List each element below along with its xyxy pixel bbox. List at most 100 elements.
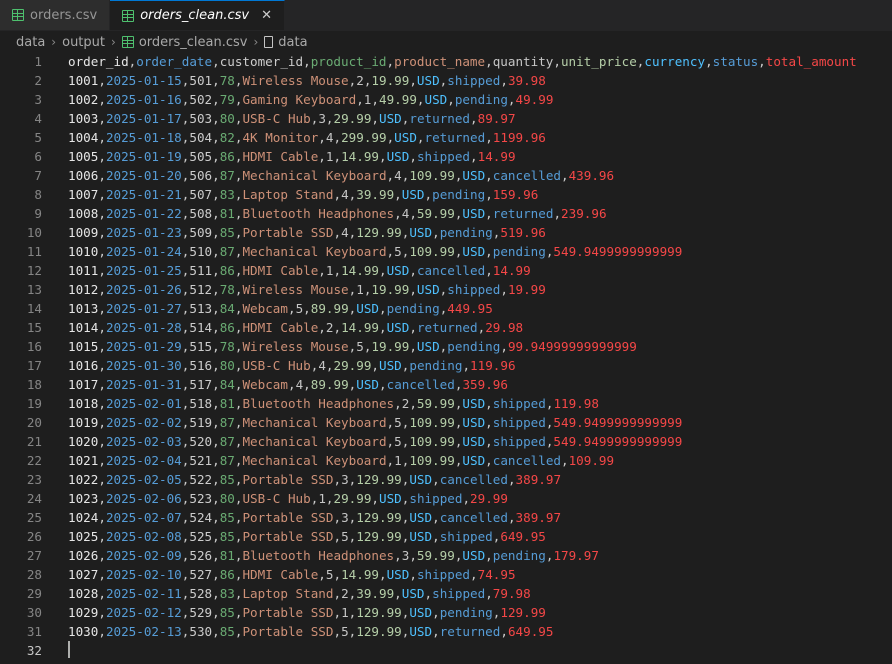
- csv-comma: ,: [500, 339, 508, 354]
- csv-field-unit-price: 14.99: [341, 567, 379, 582]
- code-line[interactable]: 29 1028,2025-02-11,528,83,Laptop Stand,2,…: [0, 584, 892, 603]
- csv-comma: ,: [553, 206, 562, 221]
- csv-comma: ,: [98, 282, 106, 297]
- csv-field-total-amount: 119.96: [470, 358, 516, 373]
- csv-field-order-id: 1014: [68, 320, 99, 335]
- csv-comma: ,: [98, 73, 106, 88]
- csv-field-status: cancelled: [386, 377, 455, 392]
- code-line[interactable]: 13 1012,2025-01-26,512,78,Wireless Mouse,…: [0, 280, 892, 299]
- code-line[interactable]: 30 1029,2025-02-12,529,85,Portable SSD,1,…: [0, 603, 892, 622]
- code-line[interactable]: 26 1025,2025-02-08,525,85,Portable SSD,5,…: [0, 527, 892, 546]
- csv-field-currency: USD: [409, 624, 433, 639]
- csv-field-total-amount: 119.98: [553, 396, 599, 411]
- csv-comma: ,: [212, 168, 220, 183]
- breadcrumb-item-output[interactable]: output: [62, 35, 105, 50]
- code-line[interactable]: 31 1030,2025-02-13,530,85,Portable SSD,5,…: [0, 622, 892, 641]
- csv-field-order-date: 2025-02-04: [105, 453, 182, 468]
- file-icon: [264, 36, 274, 48]
- csv-field-unit-price: 19.99: [371, 339, 410, 354]
- csv-field-currency: USD: [462, 396, 486, 411]
- csv-field-quantity: 5: [394, 415, 402, 430]
- line-number: 3: [34, 92, 42, 107]
- code-line[interactable]: 19 1018,2025-02-01,518,81,Bluetooth Headp…: [0, 394, 892, 413]
- code-line[interactable]: 16 1015,2025-01-29,515,78,Wireless Mouse,…: [0, 337, 892, 356]
- csv-comma: ,: [98, 244, 106, 259]
- csv-field-product-name: HDMI Cable: [242, 149, 319, 164]
- csv-field-order-date: 2025-01-31: [105, 377, 182, 392]
- code-line[interactable]: 5 1004,2025-01-18,504,82,4K Monitor,4,299…: [0, 128, 892, 147]
- csv-comma: ,: [333, 510, 342, 525]
- code-line[interactable]: 10 1009,2025-01-23,509,85,Portable SSD,4,…: [0, 223, 892, 242]
- csv-field-order-date: 2025-01-17: [105, 111, 182, 126]
- csv-field-total-amount: 549.9499999999999: [553, 434, 683, 449]
- tab-orders-clean-csv[interactable]: orders_clean.csv ✕: [110, 0, 285, 30]
- code-line[interactable]: 23 1022,2025-02-05,522,85,Portable SSD,3,…: [0, 470, 892, 489]
- csv-field-total-amount: 29.99: [470, 491, 508, 506]
- close-icon[interactable]: ✕: [261, 9, 272, 22]
- code-line[interactable]: 21 1020,2025-02-03,520,87,Mechanical Keyb…: [0, 432, 892, 451]
- csv-field-total-amount: 99.94999999999999: [507, 339, 637, 354]
- code-line[interactable]: 2 1001,2025-01-15,501,78,Wireless Mouse,2…: [0, 71, 892, 90]
- csv-field-total-amount: 359.96: [462, 377, 508, 392]
- csv-comma: ,: [379, 320, 387, 335]
- csv-field-currency: USD: [356, 377, 380, 392]
- csv-field-status: returned: [492, 206, 554, 221]
- code-line-empty[interactable]: 32: [0, 641, 892, 660]
- csv-comma: ,: [356, 92, 364, 107]
- csv-field-quantity: 1: [341, 605, 349, 620]
- breadcrumb-item-file[interactable]: orders_clean.csv: [121, 34, 248, 50]
- csv-comma: ,: [416, 92, 425, 107]
- code-line[interactable]: 12 1011,2025-01-25,511,86,HDMI Cable,1,14…: [0, 261, 892, 280]
- csv-field-status: shipped: [432, 586, 486, 601]
- csv-field-product-name: Portable SSD: [242, 472, 334, 487]
- csv-comma: ,: [212, 301, 220, 316]
- csv-field-quantity: 4: [394, 168, 402, 183]
- code-line[interactable]: 25 1024,2025-02-07,524,85,Portable SSD,3,…: [0, 508, 892, 527]
- csv-field-order-date: 2025-01-21: [105, 187, 182, 202]
- code-line[interactable]: 18 1017,2025-01-31,517,84,Webcam,4,89.99,…: [0, 375, 892, 394]
- code-line[interactable]: 9 1008,2025-01-22,508,81,Bluetooth Headph…: [0, 204, 892, 223]
- line-number: 10: [26, 225, 42, 240]
- code-line[interactable]: 28 1027,2025-02-10,527,86,HDMI Cable,5,14…: [0, 565, 892, 584]
- csv-comma: ,: [371, 111, 380, 126]
- csv-comma: ,: [98, 605, 106, 620]
- csv-field-product-id: 87: [219, 434, 235, 449]
- csv-comma: ,: [409, 339, 417, 354]
- code-line[interactable]: 11 1010,2025-01-24,510,87,Mechanical Keyb…: [0, 242, 892, 261]
- code-line[interactable]: 15 1014,2025-01-28,514,86,HDMI Cable,2,14…: [0, 318, 892, 337]
- csv-comma: ,: [212, 472, 220, 487]
- breadcrumb-item-symbol[interactable]: data: [264, 35, 308, 50]
- code-line[interactable]: 4 1003,2025-01-17,503,80,USB-C Hub,3,29.9…: [0, 109, 892, 128]
- csv-comma: ,: [432, 510, 440, 525]
- csv-field-unit-price: 14.99: [341, 263, 379, 278]
- code-line[interactable]: 7 1006,2025-01-20,506,87,Mechanical Keybo…: [0, 166, 892, 185]
- breadcrumb-item-data[interactable]: data: [16, 35, 45, 50]
- code-line[interactable]: 22 1021,2025-02-04,521,87,Mechanical Keyb…: [0, 451, 892, 470]
- csv-field-currency: USD: [379, 111, 402, 126]
- code-line[interactable]: 20 1019,2025-02-02,519,87,Mechanical Keyb…: [0, 413, 892, 432]
- line-number: 15: [26, 320, 42, 335]
- code-line[interactable]: 27 1026,2025-02-09,526,81,Bluetooth Headp…: [0, 546, 892, 565]
- csv-field-currency: USD: [416, 282, 440, 297]
- csv-field-customer-id: 512: [189, 282, 213, 297]
- csv-comma: ,: [212, 491, 220, 506]
- header-line[interactable]: 1 order_id,order_date,customer_id,product…: [0, 52, 892, 71]
- code-line[interactable]: 6 1005,2025-01-19,505,86,HDMI Cable,1,14.…: [0, 147, 892, 166]
- csv-field-quantity: 1: [318, 491, 326, 506]
- csv-field-currency: USD: [386, 567, 410, 582]
- code-line[interactable]: 3 1002,2025-01-16,502,79,Gaming Keyboard,…: [0, 90, 892, 109]
- csv-field-order-date: 2025-01-20: [105, 168, 182, 183]
- code-line[interactable]: 8 1007,2025-01-21,507,83,Laptop Stand,4,3…: [0, 185, 892, 204]
- csv-field-product-name: Mechanical Keyboard: [242, 415, 387, 430]
- csv-comma: ,: [394, 187, 402, 202]
- csv-field-customer-id: 504: [189, 130, 213, 145]
- tab-orders-csv[interactable]: orders.csv: [0, 0, 111, 30]
- csv-comma: ,: [485, 396, 493, 411]
- code-line[interactable]: 17 1016,2025-01-30,516,80,USB-C Hub,4,29.…: [0, 356, 892, 375]
- code-editor[interactable]: 1 order_id,order_date,customer_id,product…: [0, 52, 892, 664]
- breadcrumb-file-label: orders_clean.csv: [138, 34, 248, 50]
- code-line[interactable]: 14 1013,2025-01-27,513,84,Webcam,5,89.99,…: [0, 299, 892, 318]
- csv-field-order-id: order_id: [68, 54, 129, 69]
- code-line[interactable]: 24 1023,2025-02-06,523,80,USB-C Hub,1,29.…: [0, 489, 892, 508]
- csv-comma: ,: [98, 396, 106, 411]
